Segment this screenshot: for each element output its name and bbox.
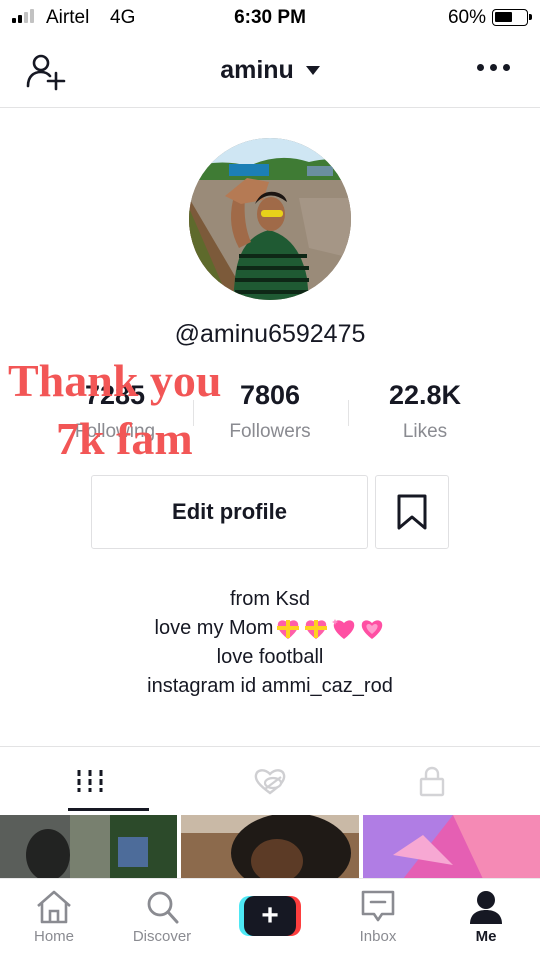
likes-count: 22.8K [388,380,462,410]
profile-icon [470,891,502,924]
status-bar: Airtel 4G 6:30 PM 60% [0,0,540,36]
followers-label: Followers [229,421,311,442]
bio-line: love football [216,646,324,668]
caret-down-icon [305,66,320,75]
edit-profile-button[interactable]: Edit profile [91,475,368,549]
account-switcher-button[interactable]: aminu [220,56,320,85]
grid-icon [77,770,103,792]
growing-heart-icon [362,619,383,639]
profile-avatar[interactable] [189,138,351,300]
likes-stat[interactable]: 22.8K Likes [350,378,500,443]
inbox-icon [361,890,395,922]
ribbon-heart-icon [305,619,328,639]
active-tab-indicator [68,808,149,811]
stat-divider [348,400,349,426]
overlay-caption-line1: Thank you [8,355,222,406]
video-thumbnail[interactable] [363,815,540,879]
tab-videos[interactable] [18,747,162,815]
tab-liked[interactable] [180,747,360,815]
likes-label: Likes [402,421,448,442]
search-icon [147,891,179,924]
tab-private[interactable] [342,747,522,815]
bottom-nav: Home Discover + Inbox Me [0,878,540,960]
more-options-button[interactable] [477,64,510,71]
home-icon [37,890,71,924]
battery-level [495,12,512,22]
more-dots-icon [477,64,484,71]
nav-home[interactable]: Home [4,879,104,960]
profile-screen: Airtel 4G 6:30 PM 60% aminu @aminu659247… [0,0,540,960]
nav-inbox[interactable]: Inbox [328,879,428,960]
profile-header: aminu [0,36,540,108]
bio-line: instagram id ammi_caz_rod [147,675,393,697]
content-tabs [0,746,540,814]
bookmark-icon [397,494,427,530]
nav-discover[interactable]: Discover [112,879,212,960]
nav-discover-label: Discover [132,928,192,945]
favorites-button[interactable] [375,475,449,549]
username-title: aminu [220,56,294,84]
profile-bio: from Ksd love my Mom love football insta… [0,585,540,701]
video-thumbnail[interactable] [0,815,177,879]
nav-me[interactable]: Me [436,879,536,960]
bio-line: from Ksd [229,588,311,610]
ribbon-heart-icon [277,619,300,639]
profile-handle: @aminu6592475 [174,320,366,348]
battery-icon [492,9,532,26]
liked-hidden-icon [254,769,286,795]
video-thumbnail[interactable] [181,815,359,879]
nav-me-label: Me [475,928,497,945]
overlay-caption-line2: 7k fam [56,413,193,464]
plus-icon: + [244,896,296,936]
nav-inbox-label: Inbox [359,928,397,945]
nav-home-label: Home [33,928,74,945]
create-video-button[interactable]: + [239,896,301,936]
bio-text: love my Mom [154,617,274,639]
lock-icon [419,766,445,797]
sparkling-heart-icon [332,618,355,639]
battery-percent: 60% [447,7,486,28]
bio-line: love my Mom [0,614,540,643]
